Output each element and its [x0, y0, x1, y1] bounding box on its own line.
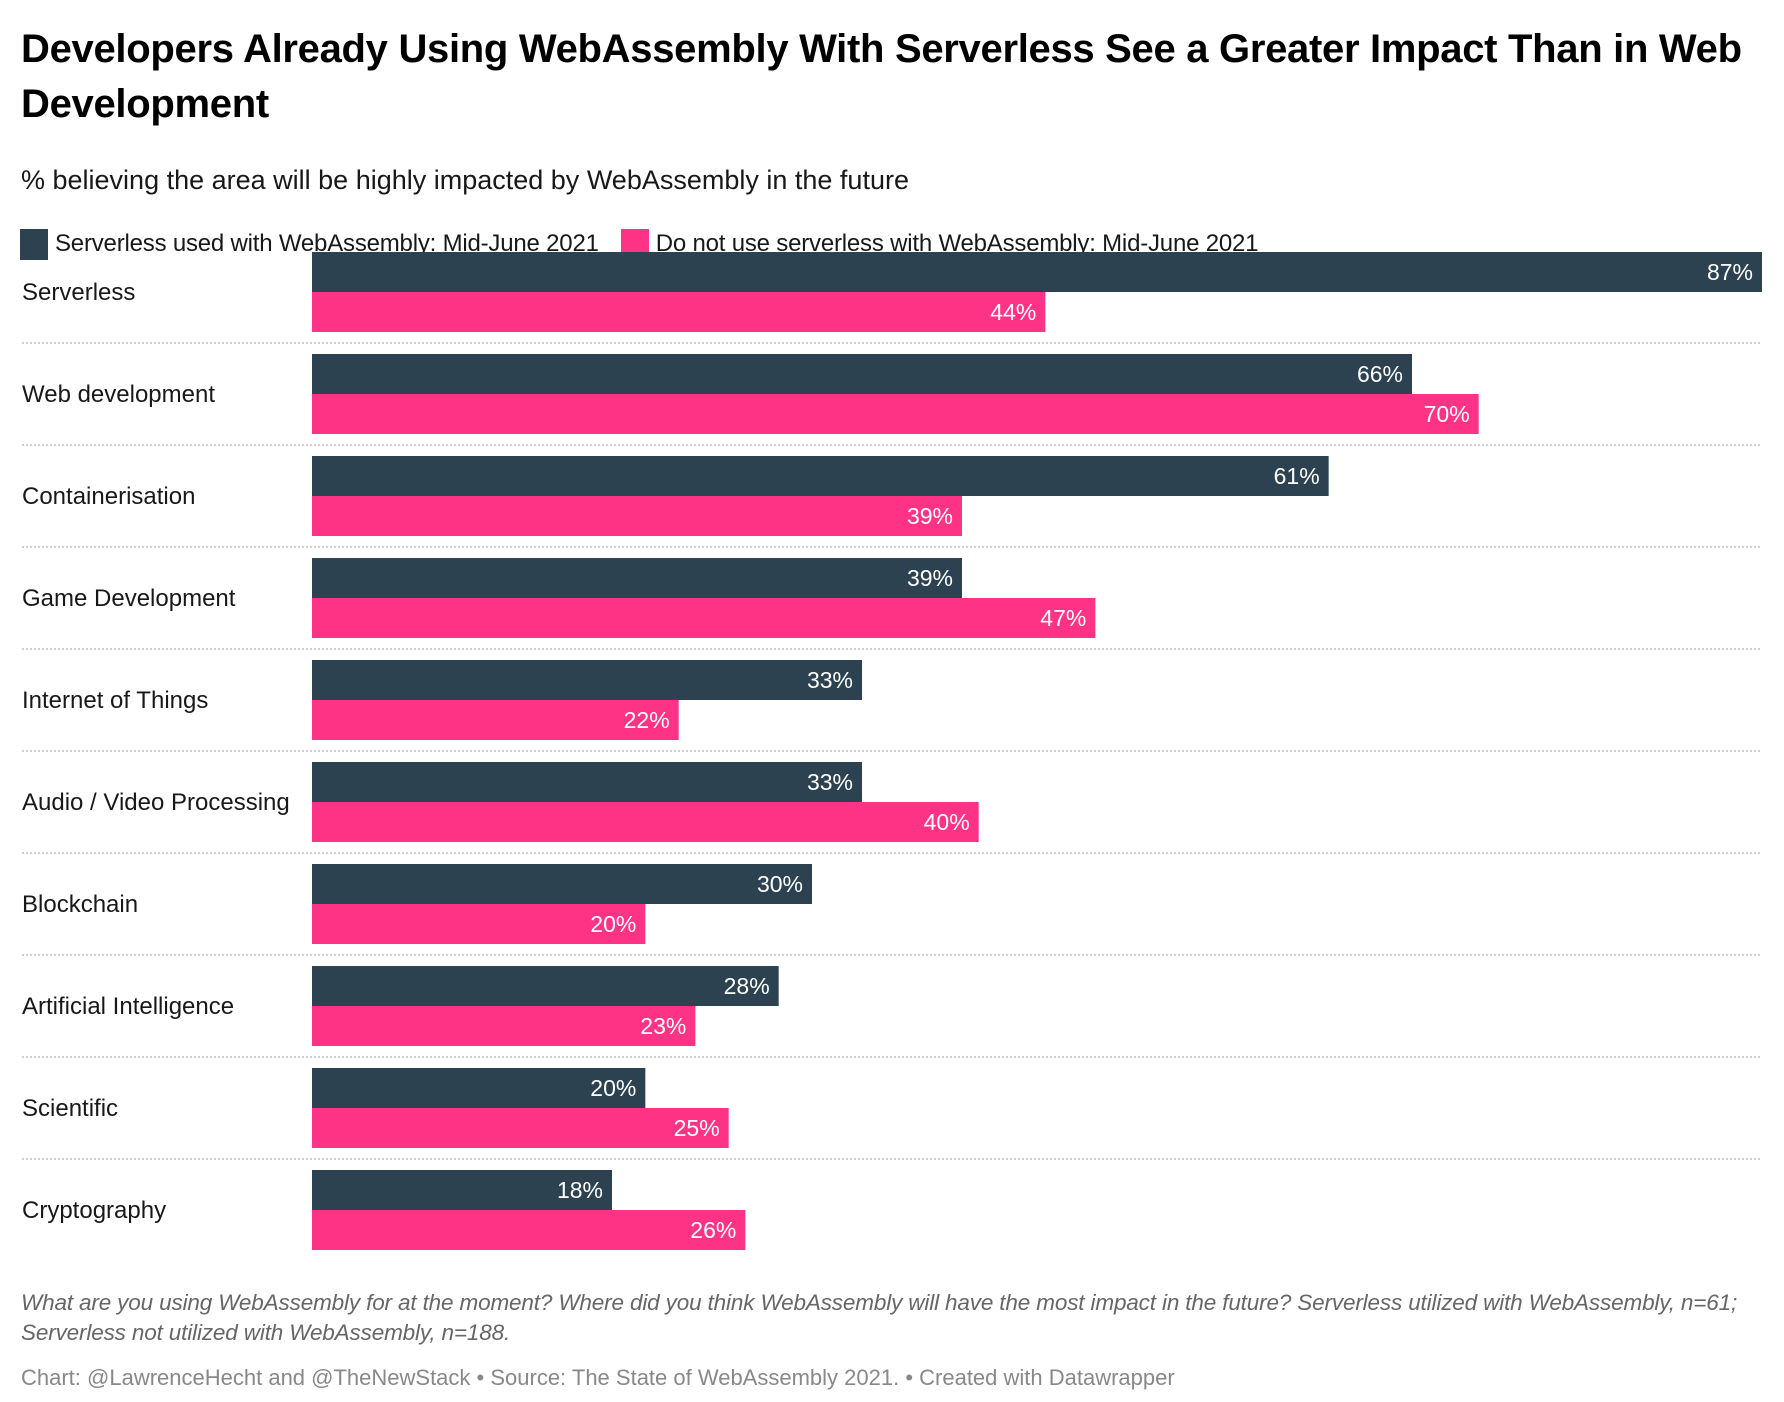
value-label: 18% — [557, 1177, 603, 1203]
bar-serverless-not-used — [312, 802, 979, 842]
value-label: 61% — [1274, 463, 1320, 489]
value-label: 22% — [624, 707, 670, 733]
category-label: Game Development — [22, 585, 236, 612]
category-label: Serverless — [22, 279, 135, 306]
bar-serverless-not-used — [312, 1108, 729, 1148]
value-label: 23% — [640, 1013, 686, 1039]
bar-serverless-used — [312, 966, 779, 1006]
category-group-audio-video-processing: Audio / Video Processing 33% 40% — [22, 762, 1762, 854]
bar-serverless-used — [312, 864, 812, 904]
bar-serverless-not-used — [312, 598, 1096, 638]
bar-serverless-used — [312, 252, 1762, 292]
category-group-scientific: Scientific 20% 25% — [22, 1068, 1762, 1160]
value-label: 25% — [674, 1115, 720, 1141]
value-label: 26% — [690, 1217, 736, 1243]
category-label: Internet of Things — [22, 687, 208, 714]
value-label: 44% — [990, 299, 1036, 325]
category-group-artificial-intelligence: Artificial Intelligence 28% 23% — [22, 966, 1762, 1058]
category-label: Cryptography — [22, 1197, 166, 1224]
bar-serverless-used — [312, 660, 862, 700]
category-label: Artificial Intelligence — [22, 993, 234, 1020]
value-label: 30% — [757, 871, 803, 897]
footnote: What are you using WebAssembly for at th… — [21, 1290, 1738, 1345]
source-credit: Chart: @LawrenceHecht and @TheNewStack •… — [21, 1365, 1175, 1390]
value-label: 20% — [590, 911, 636, 937]
value-label: 33% — [807, 667, 853, 693]
value-label: 20% — [590, 1075, 636, 1101]
value-label: 66% — [1357, 361, 1403, 387]
bar-serverless-not-used — [312, 1210, 746, 1250]
category-label: Web development — [22, 381, 215, 408]
category-label: Scientific — [22, 1095, 118, 1122]
bar-serverless-not-used — [312, 496, 962, 536]
bar-serverless-not-used — [312, 1006, 696, 1046]
value-label: 33% — [807, 769, 853, 795]
bar-serverless-not-used — [312, 394, 1479, 434]
value-label: 39% — [907, 503, 953, 529]
category-group-web-development: Web development 66% 70% — [22, 354, 1762, 446]
value-label: 87% — [1707, 259, 1753, 285]
bar-serverless-used — [312, 762, 862, 802]
bar-serverless-not-used — [312, 292, 1046, 332]
category-group-serverless: Serverless 87% 44% — [22, 252, 1762, 344]
bar-serverless-used — [312, 456, 1329, 496]
category-group-game-development: Game Development 39% 47% — [22, 558, 1762, 650]
value-label: 39% — [907, 565, 953, 591]
category-group-containerisation: Containerisation 61% 39% — [22, 456, 1762, 548]
bar-serverless-used — [312, 558, 962, 598]
category-label: Blockchain — [22, 891, 138, 918]
category-label: Audio / Video Processing — [22, 789, 290, 816]
value-label: 40% — [924, 809, 970, 835]
category-group-cryptography: Cryptography 18% 26% — [22, 1170, 746, 1250]
bar-chart: Serverless 87% 44% Web development 66% 70% Con… — [22, 252, 1762, 1250]
category-group-blockchain: Blockchain 30% 20% — [22, 864, 1762, 956]
bar-serverless-used — [312, 354, 1412, 394]
value-label: 47% — [1040, 605, 1086, 631]
value-label: 28% — [724, 973, 770, 999]
category-group-internet-of-things: Internet of Things 33% 22% — [22, 660, 1762, 752]
value-label: 70% — [1424, 401, 1470, 427]
category-label: Containerisation — [22, 483, 195, 510]
